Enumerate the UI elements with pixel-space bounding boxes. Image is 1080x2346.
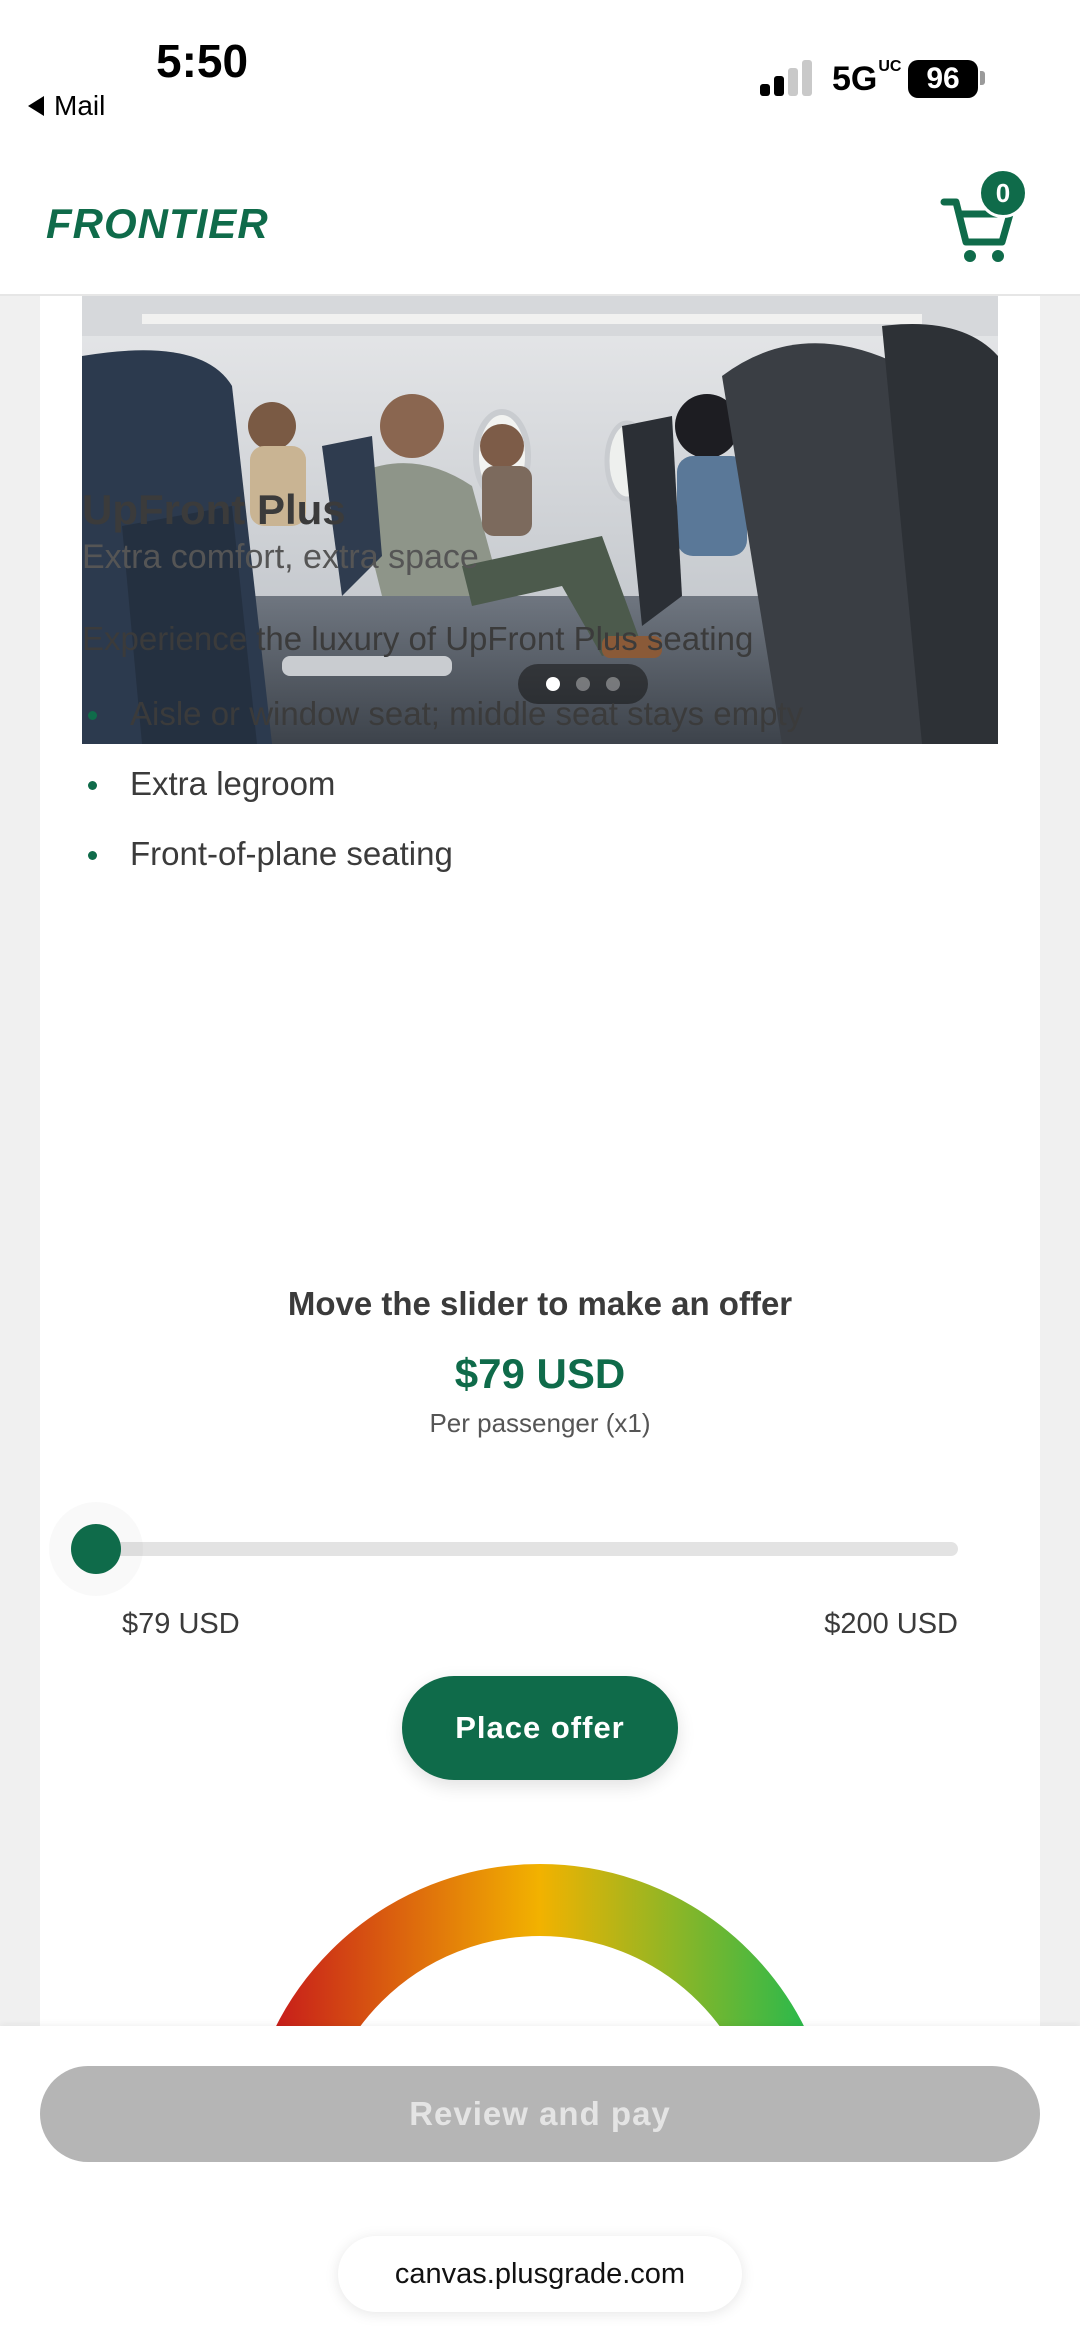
product-intro: Experience the luxury of UpFront Plus se…	[82, 620, 754, 657]
offer-price: $79 USD	[454, 1350, 626, 1397]
feature-item: Aisle or window seat; middle seat stays …	[82, 688, 942, 740]
cellular-signal-icon	[760, 60, 816, 96]
back-label: Mail	[54, 90, 106, 121]
site-header: FRONTIER	[0, 150, 1080, 296]
feature-list: Aisle or window seat; middle seat stays …	[82, 688, 942, 898]
network-suffix: UC	[878, 58, 902, 75]
per-passenger-note: Per passenger (x1)	[429, 1408, 651, 1438]
slider-min-label: $79 USD	[122, 1608, 240, 1640]
review-and-pay-button[interactable]: Review and pay	[40, 2066, 1040, 2162]
product-subtitle: Extra comfort, extra space	[82, 538, 479, 576]
browser-url-bar[interactable]: canvas.plusgrade.com	[338, 2236, 742, 2312]
offer-strength-gauge	[274, 1864, 806, 2030]
network-indicator: 5GUC	[832, 58, 902, 99]
slider-max-label: $200 USD	[824, 1608, 958, 1640]
offer-slider[interactable]	[71, 1524, 958, 1574]
offer-prompt: Move the slider to make an offer	[287, 1285, 793, 1322]
battery-tip	[980, 71, 985, 85]
battery-icon: 96	[908, 60, 978, 98]
feature-item: Extra legroom	[82, 758, 942, 810]
battery-level: 96	[926, 62, 960, 95]
page-gutter-right	[1040, 296, 1080, 2026]
back-to-mail-link[interactable]: Mail	[28, 90, 105, 122]
cart-count-badge: 0	[978, 168, 1028, 218]
status-bar: 5:50 Mail 5GUC 96	[0, 0, 1080, 150]
back-arrow-icon	[28, 96, 44, 116]
status-time: 5:50	[156, 35, 249, 87]
page: 5:50 Mail 5GUC 96 FRONTIER 0 UpFront Plu…	[0, 0, 1080, 2346]
slider-thumb[interactable]	[71, 1524, 121, 1574]
network-label: 5G	[832, 60, 878, 98]
frontier-logo[interactable]: FRONTIER	[46, 200, 269, 248]
place-offer-button[interactable]: Place offer	[402, 1676, 678, 1780]
page-gutter-left	[0, 296, 40, 2026]
slider-track[interactable]	[96, 1542, 958, 1556]
product-title: UpFront Plus	[82, 486, 346, 533]
feature-item: Front-of-plane seating	[82, 828, 942, 880]
bottom-action-bar: Review and pay canvas.plusgrade.com	[0, 2026, 1080, 2346]
